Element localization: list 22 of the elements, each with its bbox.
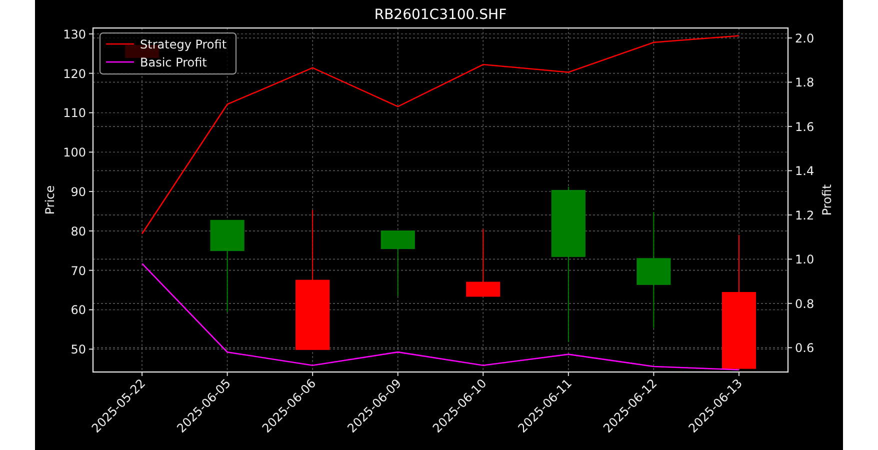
tick-label: 0.8 — [795, 296, 814, 311]
axis-label: Profit — [820, 184, 834, 216]
tick-label: 1.4 — [795, 164, 814, 178]
tick-label: 1.6 — [795, 120, 814, 134]
tick-label: 0.6 — [795, 341, 814, 356]
tick-label: 90 — [70, 185, 86, 200]
legend-label: Basic Profit — [140, 56, 207, 70]
tick-label: 70 — [70, 264, 86, 278]
tick-label: 120 — [63, 66, 86, 81]
tick-label: 1.2 — [795, 208, 814, 222]
legend-label: Strategy Profit — [140, 38, 227, 52]
tick-label: 80 — [70, 224, 86, 238]
tick-label: 100 — [63, 146, 86, 160]
chart-title: RB2601C3100.SHF — [374, 7, 507, 23]
tick-label: 50 — [70, 342, 86, 357]
tick-label: 1.8 — [795, 76, 814, 90]
tick-label: 1.0 — [795, 252, 814, 267]
axis-label: Price — [43, 185, 57, 215]
tick-label: 2.0 — [795, 31, 814, 46]
tick-label: 60 — [70, 303, 86, 318]
tick-label: 110 — [63, 106, 86, 120]
tick-label: 130 — [63, 27, 86, 42]
